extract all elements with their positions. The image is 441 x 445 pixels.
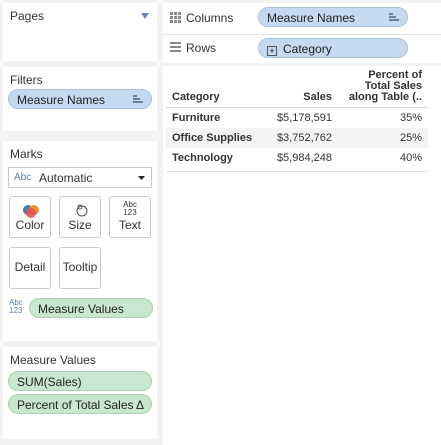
- row-sales: $5,984,248: [276, 151, 332, 164]
- measure-values-card: Measure Values SUM(Sales) Percent of Tot…: [3, 347, 157, 439]
- detail-button[interactable]: Detail: [9, 247, 51, 289]
- mark-type-icon: Abc: [14, 172, 32, 183]
- row-category: Technology: [172, 151, 233, 164]
- table-header-row: Category Sales Percent of Total Sales al…: [166, 68, 428, 108]
- row-percent: 40%: [399, 151, 422, 164]
- detail-label: Detail: [14, 260, 46, 274]
- rows-pill-label: Category: [283, 42, 332, 56]
- row-sales: $3,752,762: [276, 131, 332, 144]
- color-button[interactable]: Color: [9, 196, 51, 238]
- text-button[interactable]: Abc 123 Text: [109, 196, 151, 238]
- pages-title: Pages: [10, 9, 45, 23]
- size-label: Size: [68, 218, 92, 232]
- filter-icon: [133, 95, 143, 105]
- columns-icon: [170, 12, 181, 23]
- columns-pill-label: Measure Names: [267, 11, 356, 25]
- columns-measure-names-pill[interactable]: Measure Names: [258, 7, 408, 27]
- filter-measure-names-pill[interactable]: Measure Names: [8, 89, 152, 109]
- color-icon: [23, 205, 39, 218]
- row-category: Furniture: [172, 111, 221, 124]
- marks-title: Marks: [10, 147, 43, 161]
- measure-sum-sales-pill[interactable]: SUM(Sales): [8, 371, 152, 391]
- text-label: Text: [118, 218, 141, 232]
- row-percent: 35%: [399, 111, 422, 124]
- size-icon: [76, 204, 88, 217]
- expand-icon[interactable]: +: [267, 46, 277, 56]
- size-button[interactable]: Size: [59, 196, 101, 238]
- columns-label: Columns: [186, 11, 234, 25]
- text-icon: Abc 123: [123, 200, 137, 217]
- measure-sum-sales-label: SUM(Sales): [17, 375, 82, 389]
- tooltip-label: Tooltip: [62, 260, 98, 274]
- text-measure-values-pill[interactable]: Measure Values: [29, 298, 153, 318]
- filters-card: Filters Measure Names: [3, 67, 157, 131]
- pages-card: Pages: [3, 3, 157, 61]
- delta-icon: Δ: [135, 398, 144, 412]
- rows-icon: [170, 42, 181, 52]
- color-label: Color: [15, 218, 45, 232]
- header-category: Category: [172, 91, 220, 103]
- table-bottom-divider: [166, 171, 428, 172]
- row-category: Office Supplies: [172, 131, 253, 144]
- rows-category-pill[interactable]: + Category: [258, 38, 408, 58]
- mark-type-value: Automatic: [39, 171, 93, 185]
- table-row[interactable]: Technology $5,984,248 40%: [166, 148, 428, 168]
- text-pill-label: Measure Values: [38, 302, 124, 316]
- chevron-down-icon[interactable]: [141, 13, 149, 19]
- measure-percent-pill[interactable]: Percent of Total Sales Δ: [8, 394, 152, 414]
- sort-icon: [389, 13, 399, 23]
- text-encoding-icon: Abc 123: [9, 298, 23, 315]
- header-percent: Percent of Total Sales along Table (..: [338, 68, 428, 108]
- mark-type-dropdown[interactable]: Abc Automatic: [8, 167, 152, 188]
- crosstab-table: Category Sales Percent of Total Sales al…: [166, 68, 428, 168]
- table-row[interactable]: Furniture $5,178,591 35%: [166, 107, 428, 128]
- table-row[interactable]: Office Supplies $3,752,762 25%: [166, 127, 428, 148]
- measure-values-title: Measure Values: [10, 353, 96, 367]
- marks-card: Marks Abc Automatic Color Size Abc 123 Te…: [3, 141, 157, 341]
- row-percent: 25%: [399, 131, 422, 144]
- tooltip-button[interactable]: Tooltip: [59, 247, 101, 289]
- header-percent-line3: along Table (..: [348, 91, 422, 103]
- filters-title: Filters: [10, 73, 43, 87]
- filter-pill-label: Measure Names: [17, 93, 106, 107]
- dropdown-arrow-icon: [138, 176, 145, 180]
- header-sales: Sales: [303, 91, 332, 103]
- rows-label: Rows: [186, 41, 217, 55]
- measure-percent-label: Percent of Total Sales: [17, 398, 134, 412]
- row-sales: $5,178,591: [276, 111, 332, 124]
